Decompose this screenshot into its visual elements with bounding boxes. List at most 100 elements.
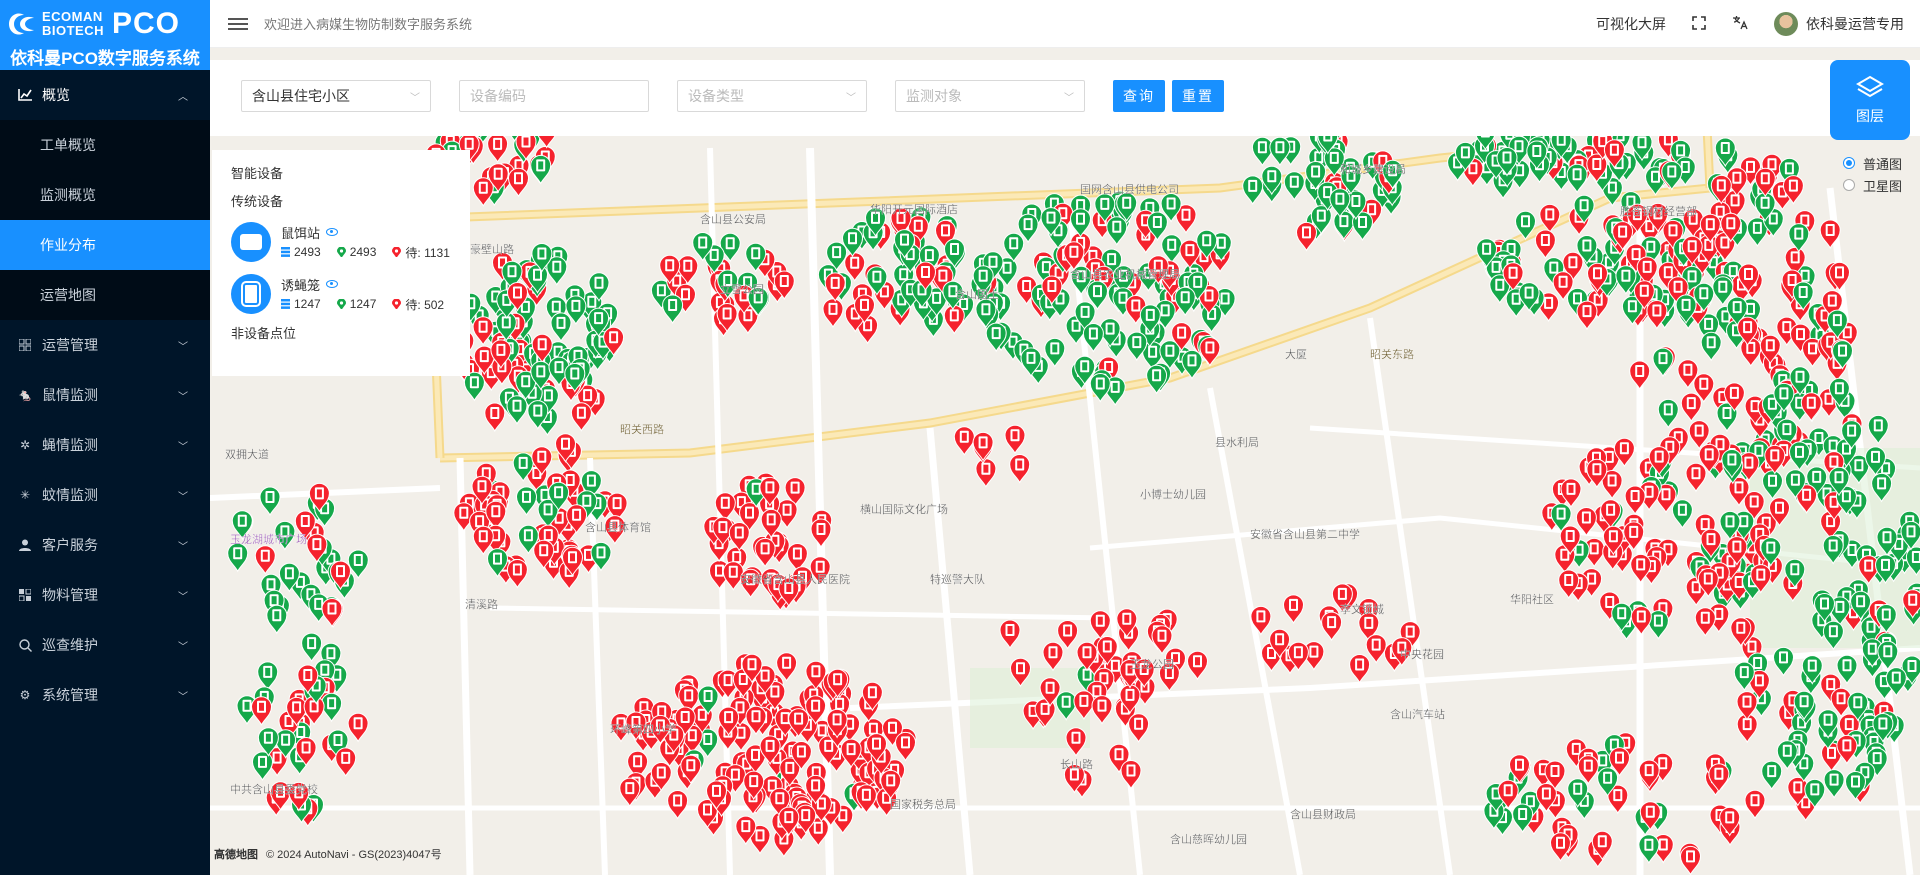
map-marker-green[interactable] [1333,210,1355,240]
map-marker-red[interactable] [472,177,494,207]
menu-rodent-monitoring[interactable]: 🐁 鼠情监测 ﹀ [0,370,210,420]
map-marker-red[interactable] [754,537,776,567]
map-marker-red[interactable] [1128,713,1150,743]
map-marker-green[interactable] [259,486,281,516]
map-marker-green[interactable] [530,154,552,184]
map-marker-green[interactable] [1657,398,1679,428]
menu-mosquito-monitoring[interactable]: ✳ 蚊情监测 ﹀ [0,470,210,520]
map-marker-green[interactable] [662,294,684,324]
map-marker-red[interactable] [570,402,592,432]
map-marker-green[interactable] [257,661,279,691]
map-marker-red[interactable] [321,598,343,627]
menu-fly-monitoring[interactable]: ✲ 蝇情监测 ﹀ [0,420,210,470]
map-marker-red[interactable] [1089,610,1111,640]
map-marker-red[interactable] [1321,611,1343,641]
map-marker-green[interactable] [1652,347,1674,377]
map-marker-red[interactable] [1685,462,1707,492]
map-marker-green[interactable] [1003,232,1025,262]
map-marker-red[interactable] [975,458,997,488]
map-marker-red[interactable] [1680,845,1701,875]
language-icon[interactable] [1732,15,1748,33]
map-marker-red[interactable] [251,696,272,726]
map-marker-green[interactable] [1836,654,1858,684]
query-button[interactable]: 查询 [1113,80,1165,112]
fullscreen-icon[interactable] [1692,15,1706,33]
map-marker-red[interactable] [1151,625,1173,655]
map-marker-red[interactable] [1534,229,1556,259]
map-marker-red[interactable] [810,518,832,548]
map-marker-green[interactable] [1788,223,1810,253]
map-marker-red[interactable] [1296,221,1317,251]
sub-item-workorder-overview[interactable]: 工单概览 [0,120,210,170]
sub-item-operation-map[interactable]: 运营地图 [0,270,210,320]
map-marker-red[interactable] [484,402,506,432]
bigscreen-link[interactable]: 可视化大屏 [1596,14,1666,34]
map-marker-green[interactable] [1773,646,1794,676]
map-marker-red[interactable] [953,426,975,456]
map-marker-green[interactable] [1700,331,1722,361]
map-marker-red[interactable] [1057,620,1079,649]
user-menu[interactable]: 依科曼运营专用 [1774,12,1904,36]
eye-icon[interactable] [326,280,339,288]
menu-customer-service[interactable]: 客户服务 ﹀ [0,520,210,570]
map-marker-red[interactable] [1120,760,1142,789]
map-marker-green[interactable] [1566,163,1588,193]
map-marker-red[interactable] [822,298,844,328]
map-marker-green[interactable] [463,371,485,401]
monitor-target-select[interactable]: 监测对象 ﹀ [895,80,1085,112]
reset-button[interactable]: 重置 [1172,80,1224,112]
map-marker-green[interactable] [1146,364,1168,394]
map-marker-red[interactable] [1065,727,1087,757]
map-marker-red[interactable] [506,559,528,588]
map-marker-red[interactable] [472,525,494,555]
map-marker-green[interactable] [1823,769,1845,799]
map-type-satellite-radio[interactable]: 卫星图 [1842,174,1902,196]
map-marker-green[interactable] [1761,760,1783,790]
sub-item-work-distribution[interactable]: 作业分布 [0,220,210,270]
map-marker-red[interactable] [972,431,994,461]
map-marker-green[interactable] [1867,414,1889,444]
legend-smart-devices[interactable]: 智能设备 [231,160,470,188]
map-marker-green[interactable] [252,751,273,781]
map-marker-red[interactable] [1004,424,1026,454]
map-marker-green[interactable] [227,542,249,572]
map-marker-green[interactable] [1283,171,1305,201]
map-marker-red[interactable] [1042,641,1064,671]
map-marker-green[interactable] [301,632,323,662]
menu-inspection[interactable]: 巡查维护 ﹀ [0,620,210,670]
layer-button[interactable]: 图层 [1830,60,1910,140]
map-marker-red[interactable] [999,619,1021,649]
map-marker-red[interactable] [1187,650,1208,680]
map-marker-red[interactable] [1365,634,1387,664]
map-marker-red[interactable] [1800,392,1822,422]
map-marker-red[interactable] [1009,454,1031,483]
menu-overview[interactable]: 概览 ︿ [0,70,210,120]
map-marker-red[interactable] [943,304,965,334]
map-marker-green[interactable] [321,692,343,722]
map-marker-green[interactable] [1251,136,1273,166]
map-marker-red[interactable] [1629,360,1651,390]
menu-material-management[interactable]: 物料管理 ﹀ [0,570,210,620]
legend-non-device-points[interactable]: 非设备点位 [231,320,470,348]
map-marker-green[interactable] [516,486,537,516]
map-marker-red[interactable] [1283,594,1304,624]
map-marker-red[interactable] [1630,606,1652,635]
map-marker-green[interactable] [266,604,288,634]
menu-system-management[interactable]: ⚙ 系统管理 ﹀ [0,670,210,720]
map-marker-red[interactable] [728,522,750,551]
map-marker-red[interactable] [1736,691,1758,721]
map-marker-red[interactable] [1349,654,1371,683]
map-marker-green[interactable] [1671,499,1693,529]
map-marker-red[interactable] [254,545,276,575]
map-marker-red[interactable] [487,133,509,163]
map-marker-green[interactable] [1661,161,1683,190]
device-type-select[interactable]: 设备类型 ﹀ [677,80,867,112]
map-marker-red[interactable] [1576,300,1598,330]
map-marker-red[interactable] [1680,392,1702,422]
map-marker-red[interactable] [1740,337,1762,367]
map-type-normal-radio[interactable]: 普通图 [1842,152,1902,174]
map-marker-green[interactable] [506,395,528,425]
map-marker-red[interactable] [335,747,357,777]
area-select[interactable]: 含山县住宅小区 ﹀ [241,80,431,112]
device-code-input[interactable]: 设备编码 [459,80,649,112]
